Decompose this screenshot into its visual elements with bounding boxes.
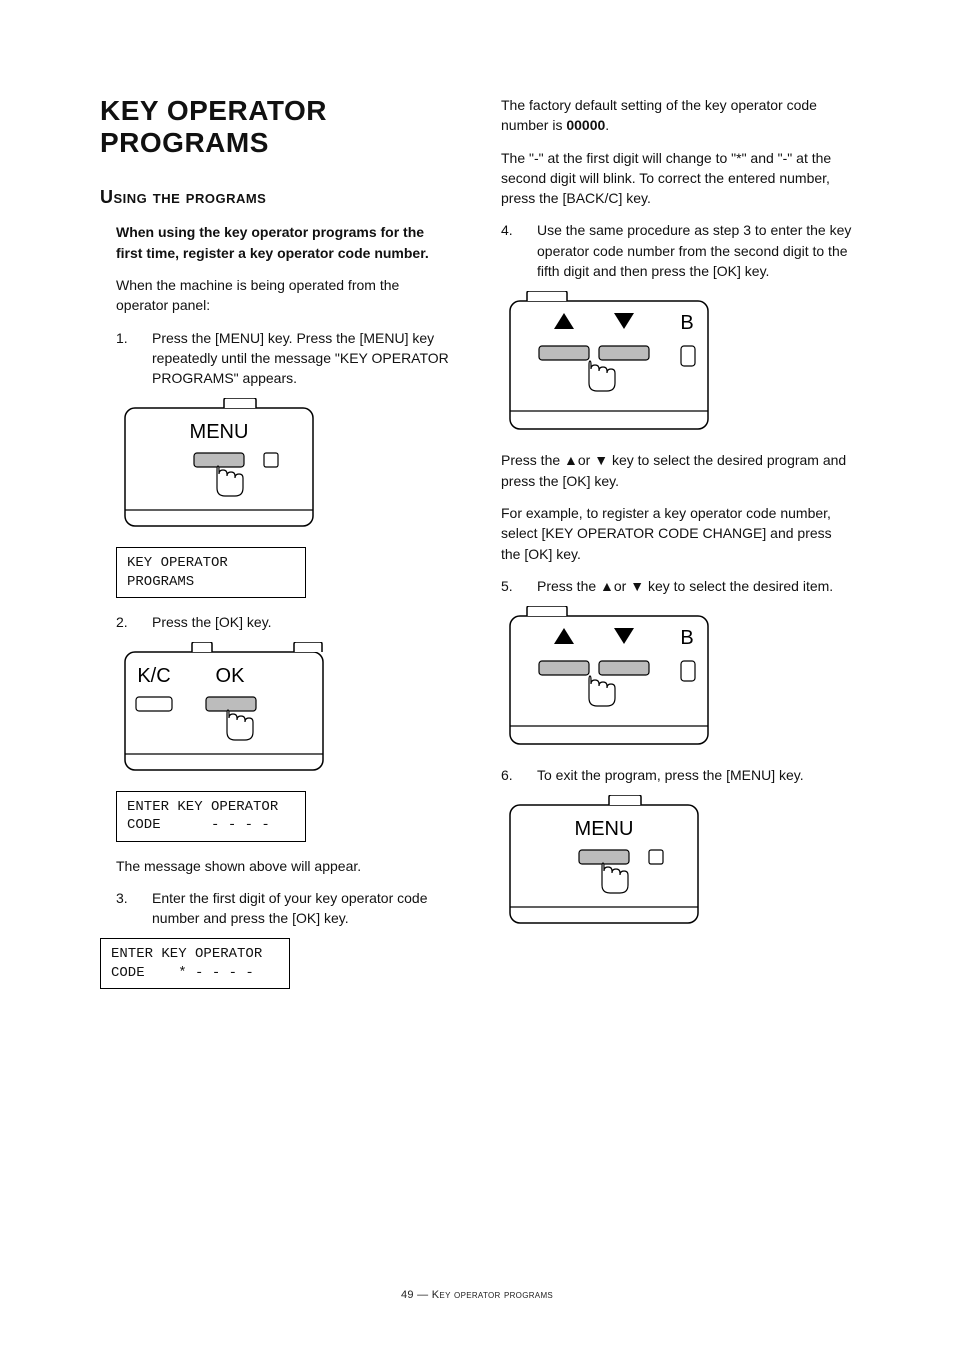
lcd-display-3: ENTER KEY OPERATOR CODE * - - - - <box>100 938 290 988</box>
kc-label: K/C <box>137 665 170 687</box>
page-number: 49 <box>401 1289 414 1301</box>
menu-key-label: MENU <box>190 421 249 443</box>
arrow-panel-svg: B <box>509 606 709 746</box>
step-number: 5. <box>501 576 519 596</box>
step-text: Use the same procedure as step 3 to ente… <box>537 220 854 281</box>
left-column: KEY OPERATOR PROGRAMS Using the programs… <box>100 95 453 1003</box>
figure-arrow-panel-2: B <box>509 606 854 751</box>
step-1: 1. Press the [MENU] key. Press the [MENU… <box>116 328 453 389</box>
right-column: The factory default setting of the key o… <box>501 95 854 1003</box>
step-2: 2. Press the [OK] key. <box>116 612 453 632</box>
page-title: KEY OPERATOR PROGRAMS <box>100 95 453 159</box>
lcd-display-2: ENTER KEY OPERATOR CODE - - - - <box>116 791 306 841</box>
step-text: Press the [MENU] key. Press the [MENU] k… <box>152 328 453 389</box>
dash-behavior-note: The "-" at the first digit will change t… <box>501 148 854 209</box>
ok-key-label: OK <box>216 665 246 687</box>
b-label: B <box>680 312 693 334</box>
factory-default-note: The factory default setting of the key o… <box>501 95 854 136</box>
step-5: 5. Press the ▲or ▼ key to select the des… <box>501 576 854 596</box>
step-6: 6. To exit the program, press the [MENU]… <box>501 765 854 785</box>
menu-panel-svg: MENU <box>509 795 699 925</box>
page-footer: 49 — Key operator programs <box>0 1289 954 1301</box>
figure-ok-panel: K/C OK <box>124 642 453 777</box>
after-lcd2-text: The message shown above will appear. <box>116 856 453 876</box>
arrow-panel-svg: B <box>509 291 709 431</box>
b-label: B <box>680 627 693 649</box>
lcd-display-1: KEY OPERATOR PROGRAMS <box>116 547 306 597</box>
step-3: 3. Enter the first digit of your key ope… <box>116 888 453 929</box>
step-text: Press the [OK] key. <box>152 612 453 632</box>
step-number: 6. <box>501 765 519 785</box>
step-number: 3. <box>116 888 134 929</box>
footer-section: Key operator programs <box>432 1289 553 1301</box>
step-text: Enter the first digit of your key operat… <box>152 888 453 929</box>
intro-context: When the machine is being operated from … <box>116 275 453 316</box>
figure-menu-panel: MENU <box>124 398 453 533</box>
step-number: 1. <box>116 328 134 389</box>
step-text: To exit the program, press the [MENU] ke… <box>537 765 854 785</box>
step-4: 4. Use the same procedure as step 3 to e… <box>501 220 854 281</box>
figure-arrow-panel-1: B <box>509 291 854 436</box>
menu-key-label: MENU <box>575 818 634 840</box>
section-subtitle: Using the programs <box>100 187 453 208</box>
ok-panel-svg: K/C OK <box>124 642 324 772</box>
intro-bold: When using the key operator programs for… <box>116 222 453 263</box>
figure-menu-panel-exit: MENU <box>509 795 854 930</box>
menu-panel-svg: MENU <box>124 398 314 528</box>
step-text: Press the ▲or ▼ key to select the desire… <box>537 576 854 596</box>
example-text: For example, to register a key operator … <box>501 503 854 564</box>
step-number: 2. <box>116 612 134 632</box>
step-number: 4. <box>501 220 519 281</box>
press-arrow-text-1: Press the ▲or ▼ key to select the desire… <box>501 450 854 491</box>
